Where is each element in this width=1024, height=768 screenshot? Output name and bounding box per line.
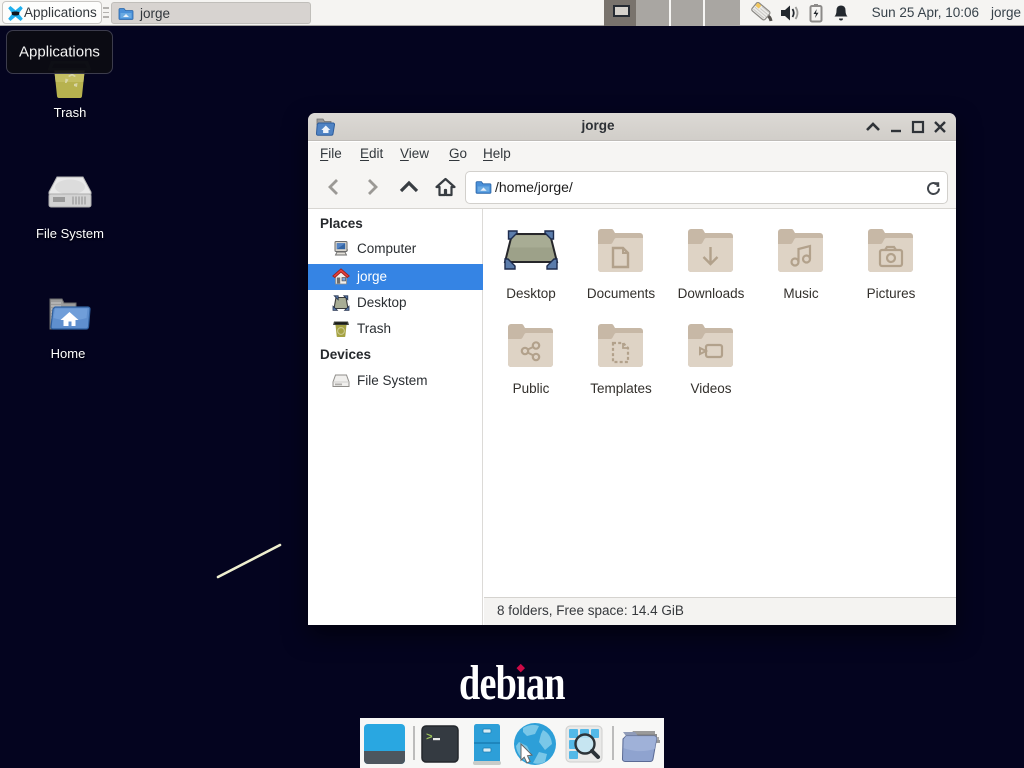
- svg-text:>: >: [426, 732, 433, 744]
